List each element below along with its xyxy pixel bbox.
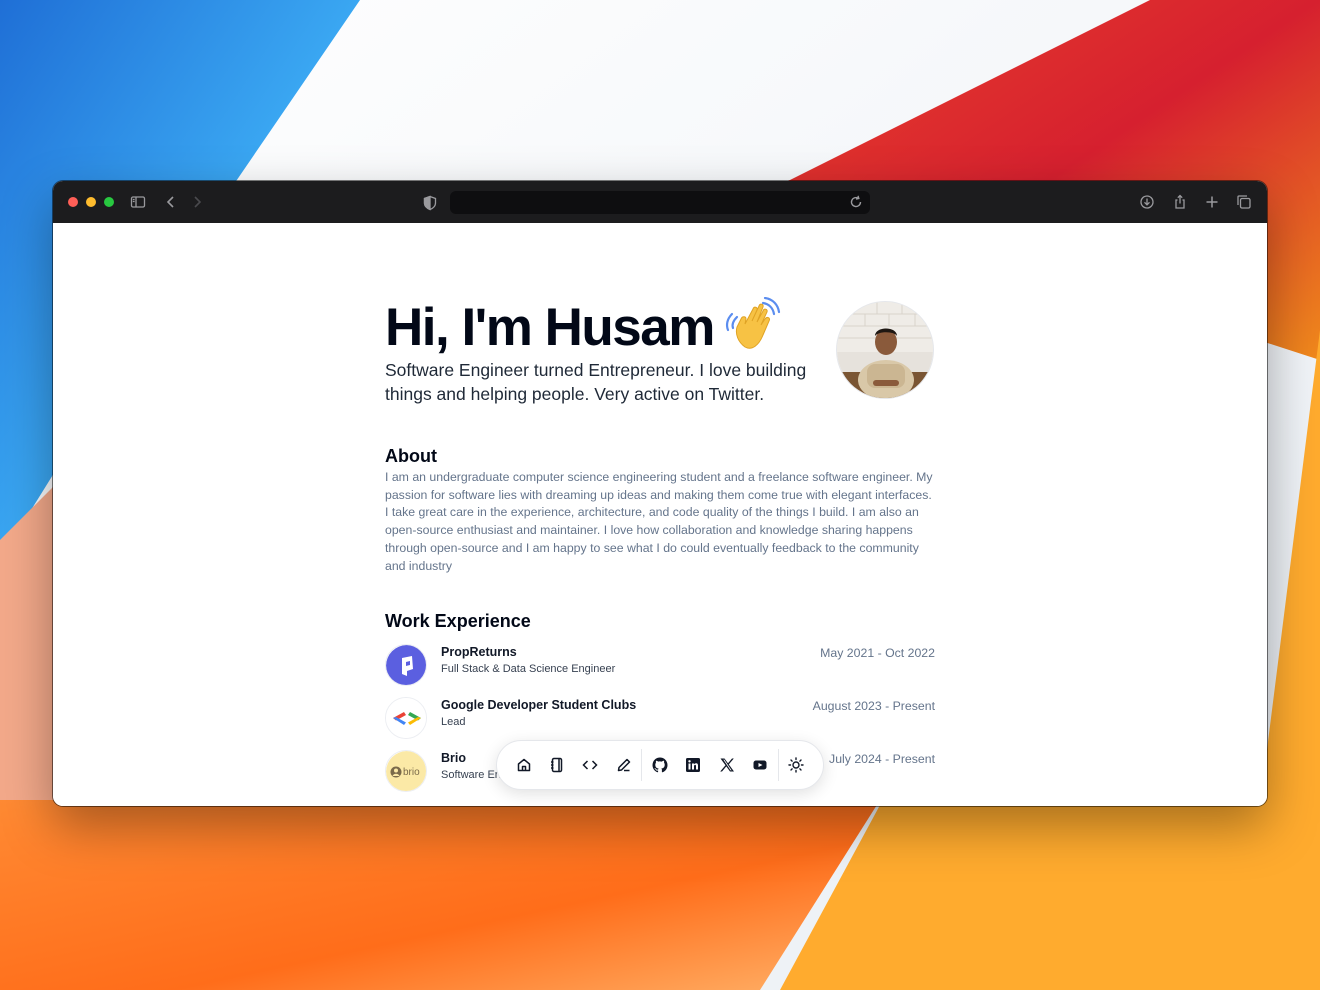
window-controls [68,197,114,207]
waving-hand-icon [723,296,783,357]
x-icon[interactable] [710,748,743,783]
propreturns-logo [385,644,427,686]
sun-icon[interactable] [780,748,813,783]
pencil-icon[interactable] [607,748,640,783]
work-item-gdsc[interactable]: Google Developer Student Clubs Lead Augu… [385,697,935,741]
dock-divider [641,749,643,781]
reload-icon[interactable] [848,194,864,210]
job-dates: August 2023 - Present [812,699,935,713]
gdsc-logo [385,697,427,739]
close-window-button[interactable] [68,197,78,207]
downloads-icon[interactable] [1137,192,1157,212]
company-name: Brio [441,751,466,765]
work-item-propreturns[interactable]: PropReturns Full Stack & Data Science En… [385,644,935,688]
share-icon[interactable] [1170,192,1190,212]
home-icon[interactable] [507,748,540,783]
new-tab-icon[interactable] [1202,192,1222,212]
linkedin-icon[interactable] [677,748,710,783]
about-text: I am an undergraduate computer science e… [385,470,933,573]
browser-window: Hi, I'm Husam Software Engineer turned E… [53,181,1267,806]
svg-text:brio: brio [403,767,420,778]
about-heading: About [385,446,437,466]
tab-overview-icon[interactable] [1234,192,1254,212]
job-dates: July 2024 - Present [829,752,935,766]
job-dates: May 2021 - Oct 2022 [820,646,935,660]
notebook-icon[interactable] [540,748,573,783]
browser-toolbar [53,181,1267,223]
forward-icon[interactable] [187,192,207,212]
brio-logo: brio [385,750,427,792]
github-icon[interactable] [643,748,676,783]
address-bar[interactable] [450,191,870,214]
dock-divider [777,749,779,781]
company-name: PropReturns [441,645,517,659]
sidebar-toggle-icon[interactable] [128,192,148,212]
page-title: Hi, I'm Husam [385,298,715,357]
privacy-shield-icon[interactable] [420,193,440,213]
hero-subtitle: Software Engineer turned Entrepreneur. I… [385,360,807,404]
company-name: Google Developer Student Clubs [441,698,637,712]
zoom-window-button[interactable] [104,197,114,207]
avatar [836,301,934,399]
back-icon[interactable] [161,192,181,212]
job-role: Full Stack & Data Science Engineer [441,663,616,675]
job-role: Lead [441,716,466,728]
minimize-window-button[interactable] [86,197,96,207]
youtube-icon[interactable] [743,748,776,783]
code-icon[interactable] [574,748,607,783]
page-content: Hi, I'm Husam Software Engineer turned E… [53,223,1267,806]
work-heading: Work Experience [385,611,531,631]
navigation-dock [496,740,824,790]
